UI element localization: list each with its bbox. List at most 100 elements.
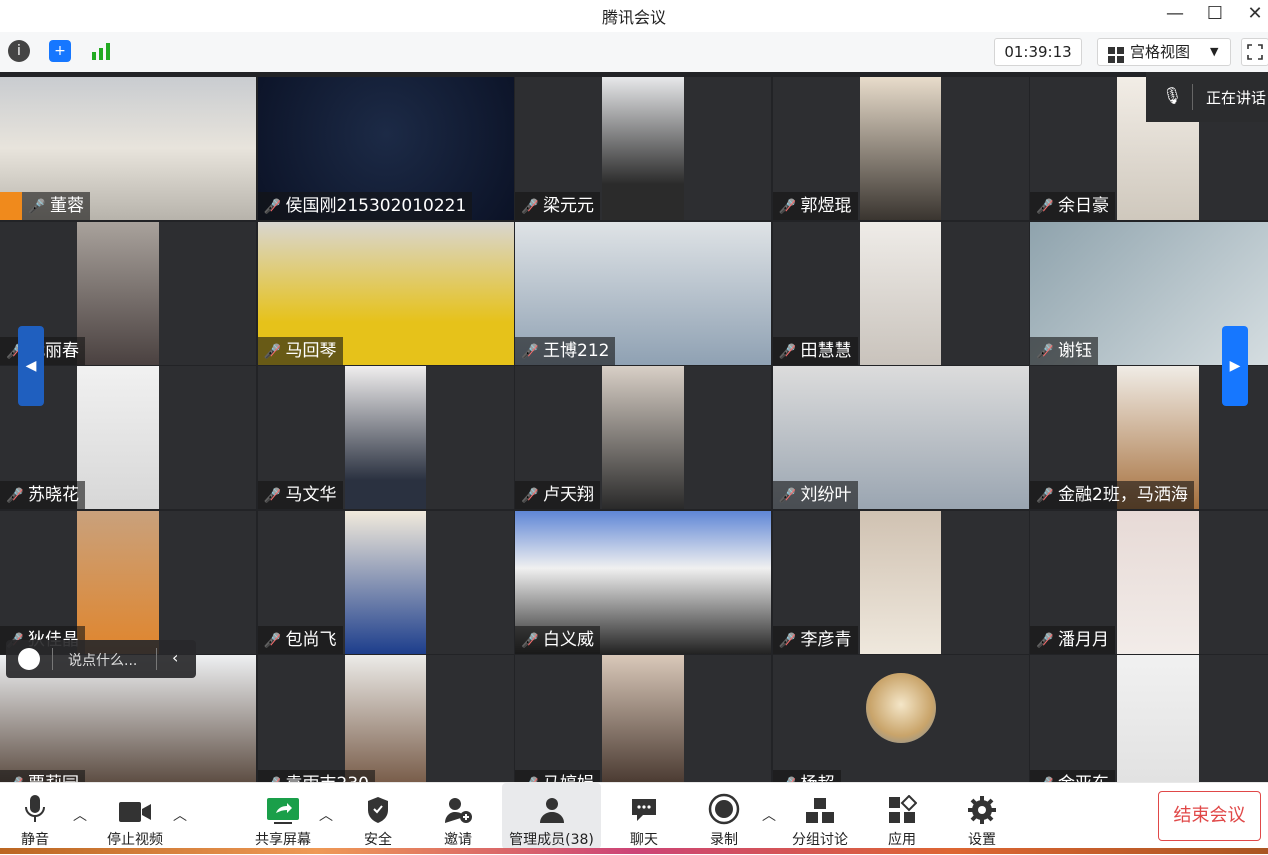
participant-tile[interactable]: 🎤̸ 白义威: [515, 510, 771, 654]
share-screen-icon: [250, 789, 316, 825]
participant-tile[interactable]: 🎤̸ 梁元元: [515, 77, 771, 220]
view-mode-label: 宫格视图: [1130, 43, 1191, 61]
apps-button[interactable]: 应用: [880, 783, 924, 849]
chat-input[interactable]: 说点什么...: [68, 650, 137, 670]
maximize-button[interactable]: ☐: [1200, 2, 1230, 26]
participant-name-bar: 🎤̸ 侯国刚215302010221: [257, 192, 473, 220]
microphone-muted-icon: 🎤̸: [521, 488, 539, 504]
quick-chat-bar[interactable]: 说点什么... ‹: [6, 640, 196, 678]
participant-name: 侯国刚215302010221: [285, 196, 467, 216]
microphone-icon: [14, 789, 56, 825]
video-options-caret[interactable]: ︿: [172, 805, 188, 825]
participant-name: 梁元元: [543, 196, 594, 216]
microphone-muted-icon: 🎤̸: [263, 488, 281, 504]
participant-tile[interactable]: 🎤̸ 杨超: [772, 655, 1029, 782]
participant-name: 金亚东: [1058, 774, 1109, 782]
participant-name-bar: 🎤̸ 梁元元: [515, 192, 600, 220]
stop-video-button[interactable]: 停止视频: [100, 783, 170, 849]
participant-name-bar: 🎤̸ 杨超: [772, 770, 841, 782]
microphone-muted-icon: 🎤̸: [779, 771, 797, 782]
participant-video: [859, 221, 942, 365]
microphone-icon: 🎙: [1162, 86, 1183, 105]
participant-video: [76, 221, 159, 365]
record-label: 录制: [710, 832, 738, 848]
participant-name: 马回琴: [285, 340, 337, 361]
participant-tile[interactable]: 🎤̸ 王博212: [515, 221, 771, 365]
mute-button[interactable]: 静音: [14, 783, 56, 849]
participant-tile[interactable]: 🎤̸ 郭煜琨: [772, 77, 1029, 220]
microphone-muted-icon: 🎤̸: [778, 488, 796, 504]
participant-name-bar: 🎤̸ 田慧慧: [772, 336, 858, 365]
participant-name: 郭煜琨: [800, 196, 852, 216]
security-button[interactable]: 安全: [356, 783, 400, 849]
settings-button[interactable]: 设置: [960, 783, 1004, 849]
participant-tile[interactable]: 🎤̸ 田慧慧: [772, 221, 1029, 365]
invite-button[interactable]: 邀请: [436, 783, 480, 849]
share-options-caret[interactable]: ︿: [318, 805, 334, 825]
close-button[interactable]: ✕: [1240, 2, 1268, 26]
manage-members-label: 管理成员(38): [509, 832, 594, 848]
security-label: 安全: [364, 832, 392, 848]
participant-video: [1117, 510, 1199, 654]
meeting-toolbar: 静音 ︿ 停止视频 ︿ 共享屏幕 ︿ 安全 邀请 管理成员(38) 聊天 录制 …: [0, 782, 1268, 855]
signal-icon[interactable]: [90, 40, 112, 62]
collapse-icon[interactable]: ‹: [172, 648, 178, 667]
chevron-left-icon: ◀: [25, 358, 37, 374]
participant-tile[interactable]: 🎤̸ 李彦青: [772, 510, 1029, 654]
participant-name: 金融2班，马洒海: [1058, 485, 1188, 505]
speaking-indicator: 🎙 正在讲话: [1146, 72, 1268, 122]
emoji-icon[interactable]: [18, 648, 40, 670]
chat-button[interactable]: 聊天: [622, 783, 666, 849]
participant-name: 卢天翔: [543, 485, 594, 505]
participant-tile[interactable]: 🎤̸ 金亚东: [1030, 655, 1268, 782]
fullscreen-button[interactable]: [1241, 38, 1268, 66]
apps-label: 应用: [888, 832, 916, 848]
host-icon: [0, 192, 22, 220]
breakout-button[interactable]: 分组讨论: [788, 783, 852, 849]
participant-name-bar: 🎤̸ 马文华: [257, 481, 343, 509]
share-screen-button[interactable]: 共享屏幕: [250, 783, 316, 849]
record-options-caret[interactable]: ︿: [761, 805, 777, 825]
mute-label: 静音: [21, 832, 49, 848]
microphone-muted-icon: 🎤̸: [521, 771, 539, 782]
record-button[interactable]: 录制: [702, 783, 746, 849]
caret-down-icon: ▼: [1210, 45, 1219, 58]
participant-tile[interactable]: 🎤̸ 包尚飞: [257, 510, 514, 654]
add-user-icon: [436, 789, 480, 825]
shield-icon: [356, 789, 400, 825]
participant-name-bar: 🎤̸ 贾莉园: [0, 770, 85, 782]
end-meeting-button[interactable]: 结束会议: [1158, 791, 1261, 841]
participant-tile[interactable]: 🎤 董蓉: [0, 77, 256, 220]
participant-tile[interactable]: 🎤̸狄佳晶: [0, 510, 256, 654]
info-icon[interactable]: i: [8, 40, 30, 62]
minimize-button[interactable]: —: [1160, 2, 1190, 26]
participant-tile[interactable]: 🎤̸ 潘月月: [1030, 510, 1268, 654]
participant-tile[interactable]: 🎤̸ 袁雨吉230: [257, 655, 514, 782]
view-mode-dropdown[interactable]: 宫格视图 ▼: [1097, 38, 1231, 66]
participant-tile[interactable]: 🎤̸ 刘纷叶: [772, 366, 1029, 509]
manage-members-button[interactable]: 管理成员(38): [502, 783, 601, 849]
participant-tile[interactable]: 🎤̸ 卢天翔: [515, 366, 771, 509]
microphone-muted-icon: 🎤̸: [6, 771, 24, 782]
microphone-muted-icon: 🎤̸: [1036, 488, 1054, 504]
previous-page-button[interactable]: ◀: [18, 326, 44, 406]
audio-options-caret[interactable]: ︿: [72, 805, 88, 825]
gear-icon: [960, 789, 1004, 825]
participant-tile[interactable]: 🎤̸ 侯国刚215302010221: [257, 77, 514, 220]
participant-tile[interactable]: 🎤̸ 马回琴: [257, 221, 514, 365]
participant-name: 袁雨吉230: [286, 774, 369, 782]
chat-icon: [622, 789, 666, 825]
participant-video: [344, 655, 427, 782]
participant-video: [859, 510, 942, 654]
share-screen-label: 共享屏幕: [255, 832, 311, 848]
participant-video: [602, 366, 684, 509]
camera-icon: [100, 789, 170, 825]
participant-tile[interactable]: 🎤̸ 马婷娟: [515, 655, 771, 782]
participant-name-bar: 🎤̸ 金融2班，马洒海: [1030, 481, 1194, 509]
participant-tile[interactable]: 🎤̸ 马文华: [257, 366, 514, 509]
next-page-button[interactable]: ▶: [1222, 326, 1248, 406]
shield-icon[interactable]: +: [49, 40, 71, 62]
microphone-muted-icon: 🎤̸: [264, 771, 282, 782]
participant-name: 田慧慧: [800, 340, 852, 361]
microphone-muted-icon: 🎤̸: [778, 343, 796, 360]
